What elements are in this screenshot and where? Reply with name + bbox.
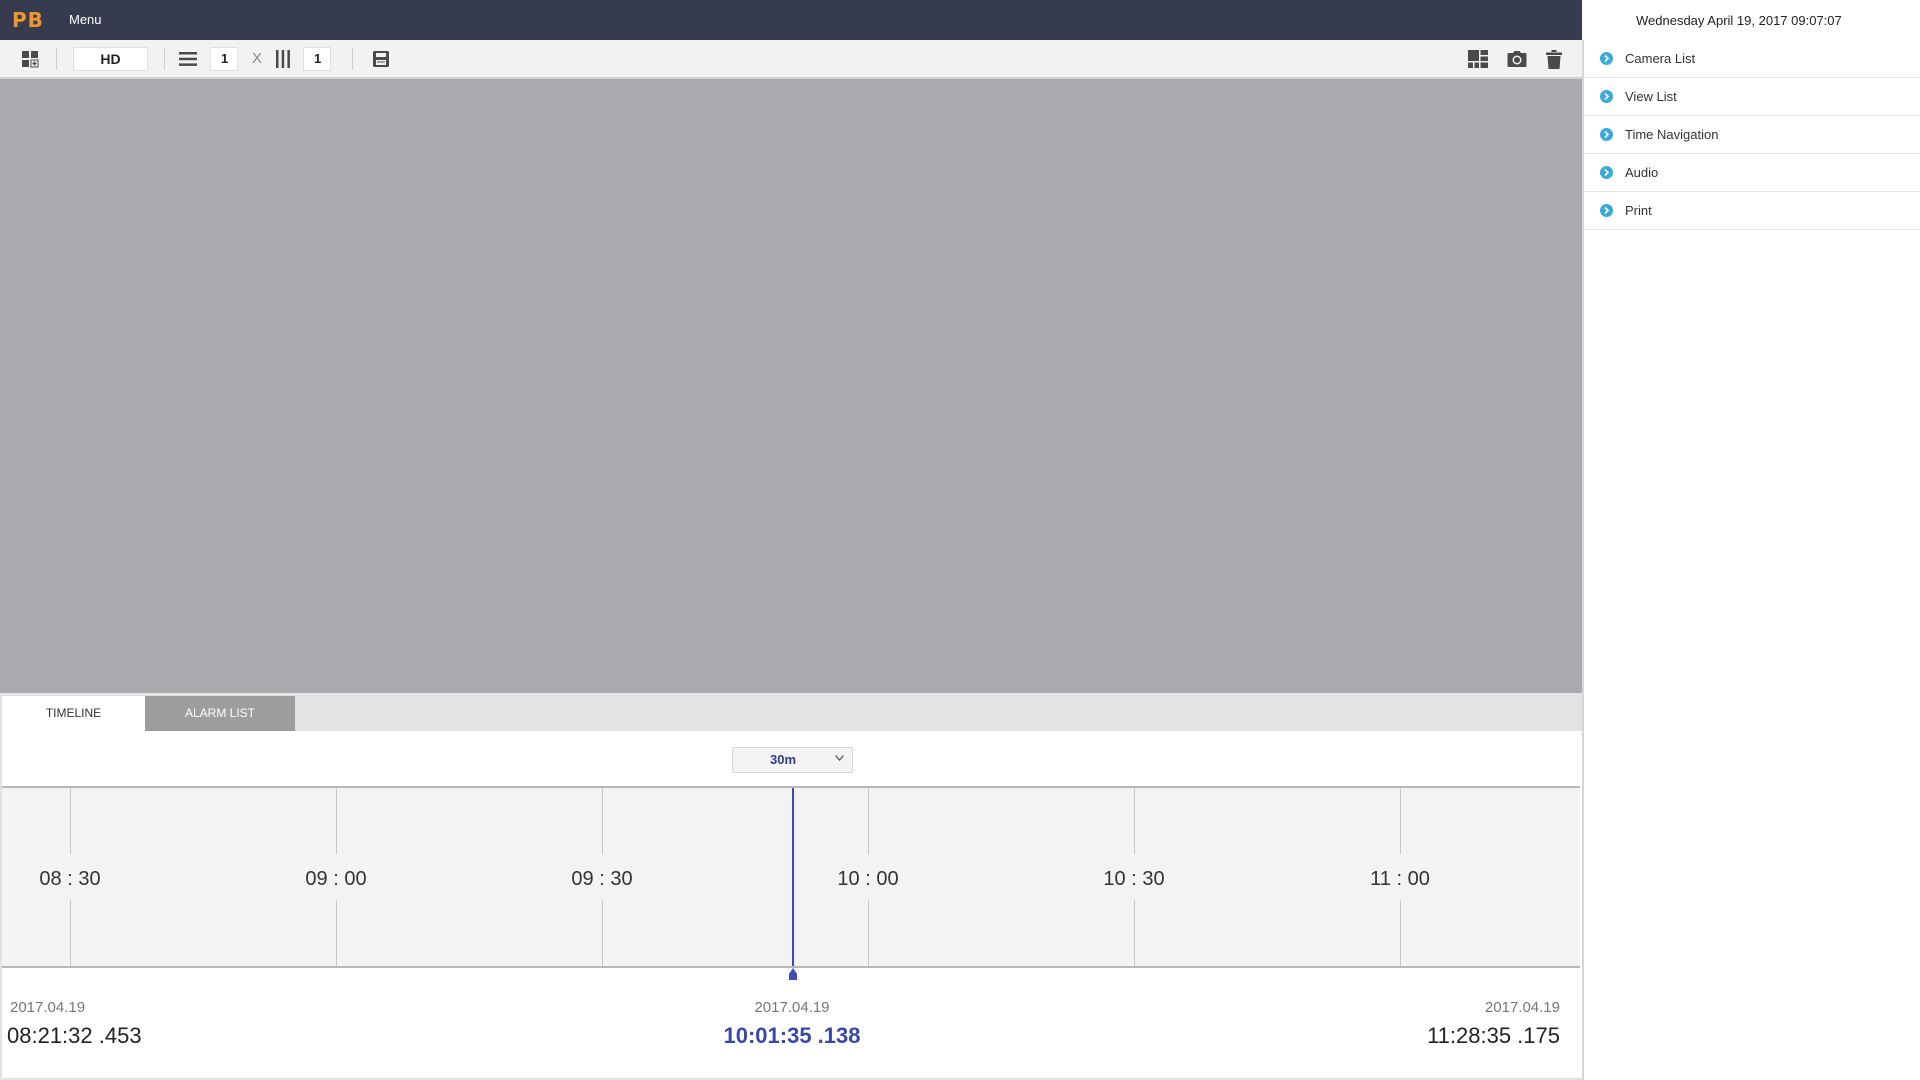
timeline-tick-label: 08 : 30	[39, 868, 101, 890]
columns-input[interactable]: 1	[303, 47, 331, 71]
sidebar-item-print[interactable]: Print	[1584, 192, 1920, 230]
layout-grid-icon[interactable]	[1468, 49, 1488, 69]
timeline-tick	[336, 900, 337, 966]
range-start-date: 2017.04.19	[10, 999, 86, 1016]
quality-select[interactable]: HD	[73, 47, 148, 71]
timeline-tick	[70, 788, 71, 854]
chevron-right-circle-icon	[1600, 128, 1613, 141]
timeline-tick	[868, 900, 869, 966]
current-date: 2017.04.19	[754, 999, 830, 1016]
chevron-right-circle-icon	[1600, 52, 1613, 65]
timeline-tick-label: 10 : 30	[1103, 868, 1165, 890]
sidebar-item-time-navigation[interactable]: Time Navigation	[1584, 116, 1920, 154]
chevron-right-circle-icon	[1600, 166, 1613, 179]
current-datetime: Wednesday April 19, 2017 09:07:07	[1636, 13, 1842, 28]
sidebar-item-camera-list[interactable]: Camera List	[1584, 40, 1920, 78]
video-viewport[interactable]	[0, 79, 1582, 693]
sidebar-item-label: Print	[1625, 203, 1652, 218]
playhead-line[interactable]	[792, 788, 794, 966]
toolbar-divider	[352, 48, 353, 70]
timeline-panel: TIMELINE ALARM LIST 30m 08 : 30 09 : 00 …	[0, 693, 1582, 1080]
sidebar-item-view-list[interactable]: View List	[1584, 78, 1920, 116]
tab-bar: TIMELINE ALARM LIST	[2, 693, 1582, 731]
sidebar-item-label: Camera List	[1625, 51, 1696, 66]
timeline-tick-label: 11 : 00	[1370, 868, 1430, 890]
timeline-tick	[602, 788, 603, 854]
timeline-tick-label: 10 : 00	[837, 868, 899, 890]
add-layout-icon[interactable]	[20, 49, 40, 69]
range-end-time: 11:28:35 .175	[1427, 1023, 1560, 1048]
camera-snapshot-icon[interactable]	[1507, 49, 1527, 69]
sidebar-item-label: View List	[1625, 89, 1677, 104]
rows-icon	[178, 49, 198, 69]
sidebar-item-label: Time Navigation	[1625, 127, 1719, 142]
save-icon[interactable]	[371, 49, 391, 69]
timeline-tick-label: 09 : 00	[305, 868, 367, 890]
timeline-tick	[1400, 788, 1401, 854]
zoom-level-value: 30m	[769, 752, 797, 767]
range-end-date: 2017.04.19	[1484, 999, 1560, 1016]
toolbar-divider	[164, 48, 165, 70]
tab-timeline[interactable]: TIMELINE	[2, 696, 145, 731]
current-time: 10:01:35 .138	[723, 1023, 861, 1048]
menu-button[interactable]: Menu	[69, 12, 102, 27]
tab-alarm-list[interactable]: ALARM LIST	[145, 696, 295, 731]
sidebar-item-label: Audio	[1625, 165, 1659, 180]
timeline-tick	[1134, 900, 1135, 966]
chevron-right-circle-icon	[1600, 204, 1613, 217]
timeline-tick	[336, 788, 337, 854]
timeline-tick-label: 09 : 30	[571, 868, 633, 890]
chevron-right-circle-icon	[1600, 90, 1613, 103]
columns-icon	[273, 49, 293, 69]
top-bar: PB Menu	[0, 0, 1582, 40]
multiply-sign: X	[252, 50, 263, 67]
playhead-marker-icon[interactable]	[788, 967, 798, 980]
rows-input[interactable]: 1	[210, 47, 238, 71]
sidebar: Camera List View List Time Navigation Au…	[1582, 40, 1920, 1080]
timeline-track[interactable]: 08 : 30 09 : 00 09 : 30 10 : 00 10 : 30 …	[2, 786, 1580, 968]
toolbar: HD 1 X 1	[0, 40, 1582, 79]
datetime-header: Wednesday April 19, 2017 09:07:07	[1582, 0, 1920, 40]
timeline-tick	[70, 900, 71, 966]
toolbar-divider	[56, 48, 57, 70]
timeline-tick	[1134, 788, 1135, 854]
timeline-tick	[868, 788, 869, 854]
trash-icon[interactable]	[1544, 49, 1564, 69]
sidebar-item-audio[interactable]: Audio	[1584, 154, 1920, 192]
zoom-level-select[interactable]: 30m	[732, 747, 853, 773]
timeline-tick	[1400, 900, 1401, 966]
timeline-tick	[602, 900, 603, 966]
range-start-time: 08:21:32 .453	[7, 1023, 142, 1048]
chevron-down-icon	[835, 753, 844, 764]
app-logo: PB	[12, 8, 44, 32]
